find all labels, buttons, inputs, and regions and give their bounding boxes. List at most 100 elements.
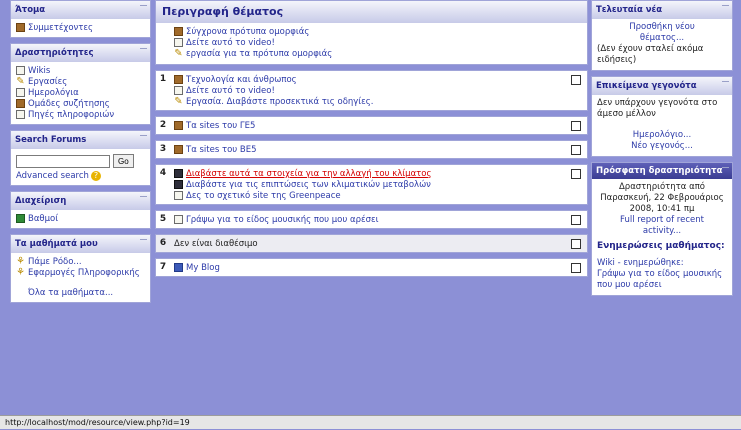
calendar-link[interactable]: Ημερολόγιο...	[597, 130, 727, 141]
activity-resources[interactable]: Πηγές πληροφοριών	[16, 109, 145, 120]
collapse-icon[interactable]	[140, 135, 147, 140]
add-topic-link[interactable]: Προσθήκη νέου θέματος...	[597, 22, 727, 44]
blog-icon	[174, 263, 183, 272]
forum-icon	[16, 99, 25, 108]
collapse-icon[interactable]	[722, 167, 729, 172]
activity-label[interactable]: Πηγές πληροφοριών	[28, 110, 114, 120]
all-courses-label[interactable]: Όλα τα μαθήματα...	[28, 288, 113, 298]
participants-icon	[16, 23, 25, 32]
update-link[interactable]: Γράψω για το είδος μουσικής που μου αρέσ…	[597, 269, 727, 291]
participants-label[interactable]: Συμμετέχοντες	[28, 23, 93, 33]
full-report-link[interactable]: Full report of recent activity...	[597, 215, 727, 237]
recent-activity-block: Πρόσφατη δραστηριότητα Δραστηριότητα από…	[591, 162, 733, 296]
grades-link[interactable]: Βαθμοί	[16, 213, 145, 224]
activity-link[interactable]: Δες το σχετικό site της Greenpeace	[186, 191, 341, 201]
section-item[interactable]: Δες το σχετικό site της Greenpeace	[174, 190, 563, 201]
course-label[interactable]: Εφαρμογές Πληροφορικής	[28, 268, 140, 278]
highlight-checkbox[interactable]	[571, 75, 581, 85]
course-icon: ⚘	[16, 267, 25, 278]
course-link[interactable]: ⚘ Πάμε Ρόδο...	[16, 256, 145, 267]
activity-link[interactable]: Γράψω για το είδος μουσικής που μου αρέσ…	[186, 215, 378, 225]
activity-label[interactable]: Wikis	[28, 66, 50, 76]
section-item[interactable]: Δείτε αυτό το video!	[174, 85, 563, 96]
collapse-icon[interactable]	[140, 196, 147, 201]
forum-icon	[174, 27, 183, 36]
activity-forums[interactable]: Ομάδες συζήτησης	[16, 98, 145, 109]
activity-link[interactable]: Δείτε αυτό το video!	[186, 86, 275, 96]
people-block-header: Άτομα	[11, 1, 150, 19]
collapse-icon[interactable]	[140, 5, 147, 10]
activity-link-highlighted[interactable]: Διαβάστε αυτά τα στοιχεία για την αλλαγή…	[186, 169, 431, 179]
topic0-item[interactable]: ✎ εργασία για τα πρότυπα ομορφιάς	[174, 48, 583, 59]
people-block-title: Άτομα	[15, 5, 46, 15]
activity-link[interactable]: Εργασία. Διαβάστε προσεκτικά τις οδηγίες…	[186, 97, 373, 107]
section-item[interactable]: ✎ Εργασία. Διαβάστε προσεκτικά τις οδηγίε…	[174, 96, 563, 107]
highlight-checkbox[interactable]	[571, 263, 581, 273]
my-courses-title: Τα μαθήματά μου	[15, 239, 98, 249]
collapse-icon[interactable]	[140, 239, 147, 244]
section-number: 2	[159, 120, 167, 130]
activity-label[interactable]: Εργασίες	[28, 77, 67, 87]
section-number: 6	[159, 238, 167, 248]
search-forums-block: Search Forums Go Advanced search?	[10, 130, 151, 186]
activity-assignments[interactable]: ✎ Εργασίες	[16, 76, 145, 87]
topic0-item[interactable]: Δείτε αυτό το video!	[174, 37, 583, 48]
highlight-checkbox[interactable]	[571, 145, 581, 155]
activity-link[interactable]: Τεχνολογία και άνθρωπος	[186, 75, 297, 85]
collapse-icon[interactable]	[722, 5, 729, 10]
update-entry: Wiki - ενημερώθηκε:	[597, 258, 684, 268]
advanced-search-label[interactable]: Advanced search	[16, 171, 89, 181]
status-bar: http://localhost/mod/resource/view.php?i…	[0, 415, 741, 429]
all-courses-link[interactable]: Όλα τα μαθήματα...	[16, 287, 145, 298]
assignment-icon: ✎	[174, 96, 183, 107]
no-events-text: Δεν υπάρχουν γεγονότα στο άμεσο μέλλον	[597, 98, 718, 119]
section-item[interactable]: Διαβάστε για τις επιπτώσεις των κλιματικ…	[174, 179, 563, 190]
collapse-icon[interactable]	[140, 48, 147, 53]
search-input[interactable]	[16, 154, 110, 168]
section-item[interactable]: Γράψω για το είδος μουσικής που μου αρέσ…	[174, 214, 563, 225]
section-number: 7	[159, 262, 167, 272]
new-event-link[interactable]: Νέο γεγονός...	[597, 141, 727, 152]
participants-link[interactable]: Συμμετέχοντες	[16, 22, 145, 33]
my-courses-header: Τα μαθήματά μου	[11, 235, 150, 253]
section-item[interactable]: My Blog	[174, 262, 563, 273]
section-item[interactable]: Τεχνολογία και άνθρωπος	[174, 74, 563, 85]
highlight-checkbox[interactable]	[571, 215, 581, 225]
help-icon[interactable]: ?	[90, 170, 101, 181]
grades-label[interactable]: Βαθμοί	[28, 214, 58, 224]
course-link[interactable]: ⚘ Εφαρμογές Πληροφορικής	[16, 267, 145, 278]
collapse-icon[interactable]	[722, 81, 729, 86]
journal-icon	[16, 88, 25, 97]
activity-link[interactable]: Σύγχρονα πρότυπα ομορφιάς	[186, 27, 309, 37]
activity-link[interactable]: Δείτε αυτό το video!	[186, 38, 275, 48]
topic0-item[interactable]: Σύγχρονα πρότυπα ομορφιάς	[174, 26, 583, 37]
upcoming-events-block: Επικείμενα γεγονότα Δεν υπάρχουν γεγονότ…	[591, 76, 733, 157]
resource-icon	[16, 110, 25, 119]
highlight-checkbox[interactable]	[571, 121, 581, 131]
advanced-search-link[interactable]: Advanced search?	[16, 170, 145, 181]
activity-label[interactable]: Ημερολόγια	[28, 88, 79, 98]
section-item[interactable]: Τα sites του ΓΕ5	[174, 120, 563, 131]
activity-link[interactable]: Τα sites του ΓΕ5	[186, 121, 255, 131]
highlight-checkbox[interactable]	[571, 169, 581, 179]
admin-block-header: Διαχείριση	[11, 192, 150, 210]
go-button[interactable]: Go	[113, 154, 134, 168]
no-news-text: (Δεν έχουν σταλεί ακόμα ειδήσεις)	[597, 44, 704, 65]
section-item[interactable]: Διαβάστε αυτά τα στοιχεία για την αλλαγή…	[174, 168, 563, 179]
section-6: 6 Δεν είναι διαθέσιμο	[155, 234, 588, 253]
activity-label[interactable]: Ομάδες συζήτησης	[28, 99, 110, 109]
topic-outline-title: Περιγραφή θέματος	[162, 5, 284, 18]
latest-news-header: Τελευταία νέα	[592, 1, 732, 19]
activity-link[interactable]: Τα sites του ΒΕ5	[186, 145, 257, 155]
activity-link[interactable]: Διαβάστε για τις επιπτώσεις των κλιματικ…	[186, 180, 431, 190]
my-courses-block: Τα μαθήματά μου ⚘ Πάμε Ρόδο... ⚘ Εφαρμογές…	[10, 234, 151, 303]
activity-link[interactable]: εργασία για τα πρότυπα ομορφιάς	[186, 49, 332, 59]
activity-journals[interactable]: Ημερολόγια	[16, 87, 145, 98]
forum-icon	[174, 121, 183, 130]
activity-link[interactable]: My Blog	[186, 263, 220, 273]
highlight-checkbox[interactable]	[571, 239, 581, 249]
activities-block-header: Δραστηριότητες	[11, 44, 150, 62]
course-label[interactable]: Πάμε Ρόδο...	[28, 257, 82, 267]
section-item[interactable]: Τα sites του ΒΕ5	[174, 144, 563, 155]
activity-wikis[interactable]: Wikis	[16, 65, 145, 76]
